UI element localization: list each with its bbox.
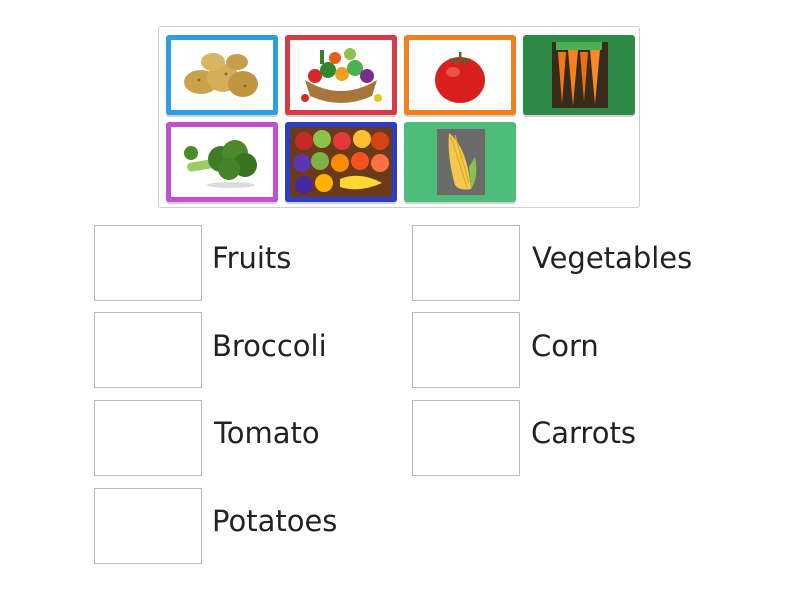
tile-broccoli[interactable] — [166, 122, 278, 202]
tile-tomato[interactable] — [404, 35, 516, 115]
drop-slot-vegetables[interactable] — [412, 225, 520, 301]
broccoli-image — [171, 127, 273, 197]
target-label-broccoli: Broccoli — [212, 329, 327, 363]
target-label-potatoes: Potatoes — [212, 504, 338, 538]
target-label-carrots: Carrots — [531, 416, 636, 450]
drop-slot-fruits[interactable] — [94, 225, 202, 301]
drop-slot-tomato[interactable] — [94, 400, 202, 476]
target-label-fruits: Fruits — [212, 241, 292, 275]
potatoes-image — [171, 40, 273, 110]
target-label-corn: Corn — [531, 329, 599, 363]
tomato-image — [409, 40, 511, 110]
tile-carrots[interactable] — [523, 35, 635, 115]
drop-slot-potatoes[interactable] — [94, 488, 202, 564]
target-label-tomato: Tomato — [214, 416, 320, 450]
drop-slot-broccoli[interactable] — [94, 312, 202, 388]
target-label-vegetables: Vegetables — [532, 241, 693, 275]
tile-potatoes[interactable] — [166, 35, 278, 115]
drop-slot-carrots[interactable] — [412, 400, 520, 476]
corn-image — [409, 127, 511, 197]
tile-fruits[interactable] — [285, 122, 397, 202]
tile-corn[interactable] — [404, 122, 516, 202]
tile-vegetable-basket[interactable] — [285, 35, 397, 115]
vegetables-basket-image — [290, 40, 392, 110]
image-tile-bank — [158, 26, 640, 208]
carrots-image — [528, 40, 630, 110]
fruits-image — [290, 127, 392, 197]
drop-slot-corn[interactable] — [412, 312, 520, 388]
